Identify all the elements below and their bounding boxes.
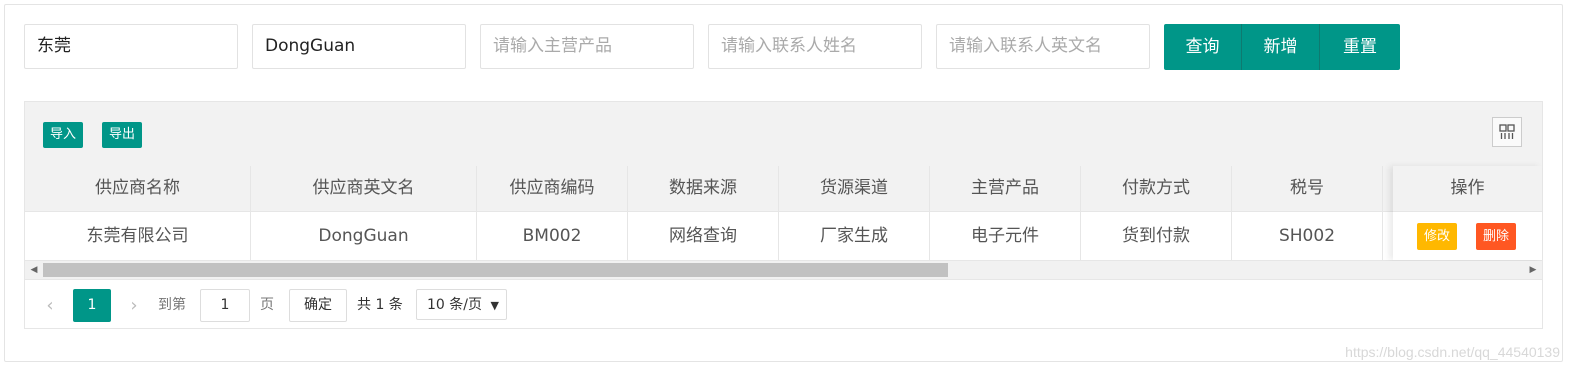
table-row[interactable]: 东莞有限公司 DongGuan BM002 网络查询 厂家生成 电子元件 货到付… [25, 212, 1542, 261]
goto-label: 到第 [158, 297, 186, 313]
supplier-name-input[interactable]: 东莞 [24, 24, 238, 69]
header-supply-channel[interactable]: 货源渠道 [779, 166, 930, 211]
cell-main-product: 电子元件 [930, 212, 1081, 260]
export-button[interactable]: 导出 [102, 122, 143, 148]
add-button[interactable]: 新增 [1242, 24, 1320, 70]
caret-down-icon: ▼ [490, 299, 499, 312]
table-panel: 导入 导出 供应商名称 供应商英文名 供应商编码 数据来源 货源渠道 主营产品 … [24, 101, 1543, 329]
prev-page-icon[interactable]: ‹ [37, 290, 63, 321]
table-toolbar: 导入 导出 [25, 102, 1542, 167]
contact-name-input[interactable]: 请输入联系人姓名 [708, 24, 922, 69]
cell-supplier-code: BM002 [477, 212, 628, 260]
scroll-right-arrow-icon[interactable]: ▶ [1524, 261, 1542, 279]
scrollbar-thumb[interactable] [43, 263, 948, 277]
delete-button[interactable]: 删除 [1476, 223, 1517, 250]
import-button[interactable]: 导入 [43, 122, 84, 148]
watermark: https://blog.csdn.net/qq_44540139 [1345, 344, 1560, 360]
header-supplier-english-name[interactable]: 供应商英文名 [251, 166, 477, 211]
cell-tax-number: SH002 [1232, 212, 1383, 260]
cell-data-source: 网络查询 [628, 212, 779, 260]
header-actions: 操作 [1393, 166, 1542, 212]
confirm-page-button[interactable]: 确定 [289, 289, 347, 322]
cell-supply-channel: 厂家生成 [779, 212, 930, 260]
row-actions: 修改 删除 [1393, 212, 1542, 260]
header-payment-method[interactable]: 付款方式 [1081, 166, 1232, 211]
pagination: ‹ 1 › 到第 1 页 确定 共 1 条 10 条/页 ▼ [25, 280, 1542, 328]
query-button[interactable]: 查询 [1164, 24, 1242, 70]
page: 东莞 DongGuan 请输入主营产品 请输入联系人姓名 请输入联系人英文名 查… [0, 0, 1590, 371]
contact-english-name-input[interactable]: 请输入联系人英文名 [936, 24, 1150, 69]
page-size-value: 10 条/页 [427, 297, 482, 313]
scroll-left-arrow-icon[interactable]: ◀ [25, 261, 43, 279]
header-tax-number[interactable]: 税号 [1232, 166, 1383, 211]
header-supplier-code[interactable]: 供应商编码 [477, 166, 628, 211]
column-filter-button[interactable] [1492, 117, 1522, 147]
page-size-select[interactable]: 10 条/页 ▼ [416, 289, 507, 320]
edit-button[interactable]: 修改 [1417, 223, 1458, 250]
horizontal-scrollbar[interactable]: ◀ ▶ [25, 261, 1542, 280]
current-page-button[interactable]: 1 [73, 289, 111, 322]
action-button-group: 查询 新增 重置 [1164, 24, 1400, 70]
fixed-action-column: 操作 修改 删除 [1393, 166, 1542, 260]
supplier-english-name-input[interactable]: DongGuan [252, 24, 466, 69]
total-count: 共 1 条 [357, 297, 403, 313]
goto-page-input[interactable]: 1 [200, 289, 250, 322]
header-main-product[interactable]: 主营产品 [930, 166, 1081, 211]
header-data-source[interactable]: 数据来源 [628, 166, 779, 211]
cell-payment-method: 货到付款 [1081, 212, 1232, 260]
cell-supplier-name: 东莞有限公司 [25, 212, 251, 260]
reset-button[interactable]: 重置 [1320, 24, 1400, 70]
main-product-input[interactable]: 请输入主营产品 [480, 24, 694, 69]
header-supplier-name[interactable]: 供应商名称 [25, 166, 251, 211]
cell-supplier-english-name: DongGuan [251, 212, 477, 260]
page-unit-label: 页 [260, 297, 274, 313]
grid-columns-icon [1499, 124, 1515, 139]
table-header-row: 供应商名称 供应商英文名 供应商编码 数据来源 货源渠道 主营产品 付款方式 税… [25, 166, 1542, 212]
next-page-icon[interactable]: › [121, 290, 147, 321]
